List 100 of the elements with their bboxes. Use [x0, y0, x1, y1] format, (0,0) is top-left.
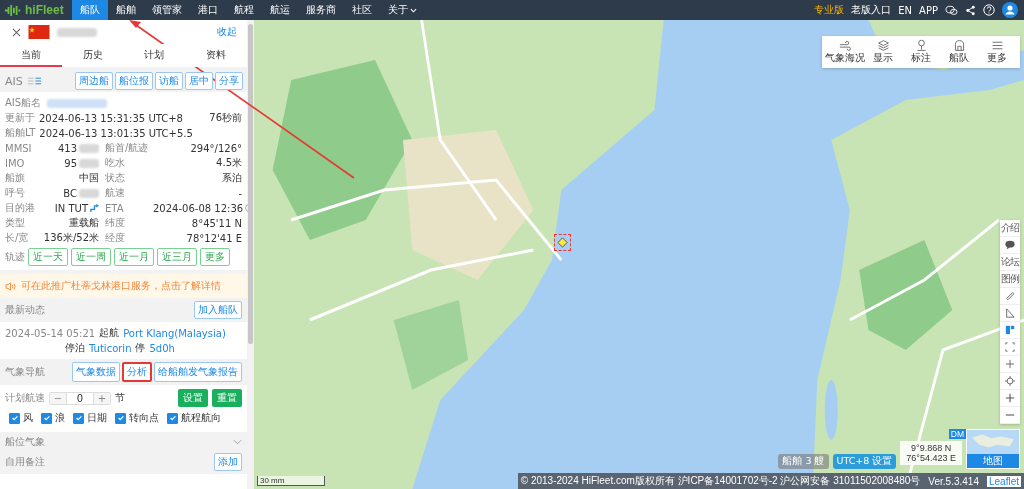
weather-action-button[interactable]: 分析 [122, 362, 152, 382]
field-label: 船舶LT [5, 126, 36, 140]
field-label: 状态 [105, 171, 126, 185]
side-tool-button[interactable]: 论坛 [1000, 254, 1020, 271]
weather-action-button[interactable]: 给船舶发气象报告 [154, 362, 242, 382]
speed-stepper[interactable]: − 0 + [49, 391, 111, 405]
nav-tab[interactable]: 航程 [225, 0, 262, 20]
nav-tab[interactable]: 关于 [379, 0, 425, 20]
weather-action-button[interactable]: 气象数据 [72, 362, 120, 382]
join-fleet-button[interactable]: 加入船队 [194, 301, 242, 319]
field-label: 长/宽 [5, 231, 30, 245]
section-title: 自用备注 [5, 455, 45, 469]
leaflet-link[interactable]: Leaflet [986, 475, 1021, 487]
field-value: 78°12'41 E [186, 232, 242, 244]
field-label: 纬度 [105, 216, 126, 230]
increment-button[interactable]: + [94, 392, 110, 404]
logo-text: hiFleet [25, 3, 64, 17]
set-button[interactable]: 设置 [178, 389, 208, 407]
checkbox-label: 日期 [87, 411, 107, 425]
longitude-text: 76°54.423 E [906, 453, 956, 463]
field-value: 中国 [79, 171, 99, 185]
track-range-button[interactable]: 近一天 [28, 248, 68, 266]
map-layer-button[interactable]: 地图 [967, 454, 1019, 468]
ais-label: AIS [5, 74, 23, 88]
field-label: 吃水 [105, 156, 126, 170]
track-range-button[interactable]: 近一周 [71, 248, 111, 266]
ais-action-button[interactable]: 船位报 [115, 72, 153, 90]
ais-action-button[interactable]: 分享 [215, 72, 243, 90]
nav-tab[interactable]: 航运 [261, 0, 298, 20]
panel-tab[interactable]: 历史 [61, 44, 124, 67]
field-value: 2024-06-08 12:36 [153, 202, 244, 214]
scale-bar: 30 mm [257, 476, 325, 486]
checkbox-label: 转向点 [129, 411, 159, 425]
track-range-button[interactable]: 近三月 [157, 248, 197, 266]
nav-tab[interactable]: 服务商 [297, 0, 344, 20]
unit-label: 节 [115, 391, 125, 405]
checkbox-label: 航程航向 [181, 411, 221, 425]
format-toggle[interactable]: DM [948, 429, 966, 439]
field-label: 计划航速 [5, 391, 45, 405]
panel-tab[interactable]: 资料 [185, 44, 247, 67]
field-value: 413 [57, 142, 77, 154]
ais-action-button[interactable]: 周边船 [75, 72, 113, 90]
field-value: 136米/52米 [43, 231, 99, 245]
notice-text: 可在此推广杜蒂戈林港口服务，点击了解详情 [21, 279, 221, 293]
toolbar-button[interactable]: 船队 [942, 39, 976, 65]
reset-button[interactable]: 重置 [212, 389, 242, 407]
old-version-link[interactable]: 老版入口 [851, 3, 892, 17]
ais-action-button[interactable]: 访船 [155, 72, 183, 90]
track-range-button[interactable]: 近一月 [114, 248, 154, 266]
port-link[interactable]: Port Klang(Malaysia) [123, 327, 226, 339]
field-label: 轨迹 [5, 250, 25, 264]
promo-notice[interactable]: 可在此推广杜蒂戈林港口服务，点击了解详情 [0, 274, 247, 298]
latitude-text: 9°9.868 N [911, 443, 952, 453]
port-link[interactable]: Tuticorin [89, 342, 132, 354]
ais-action-button[interactable]: 居中 [185, 72, 213, 90]
field-value: 系泊 [222, 171, 242, 185]
copyright-text: © 2013-2024 HiFleet.com版权所有 沪ICP备14001702号-2 沪公网安备 31011502008480号 [520, 474, 921, 488]
field-label: MMSI [5, 142, 33, 154]
decrement-button[interactable]: − [50, 392, 66, 404]
track-range-button[interactable]: 更多 [200, 248, 230, 266]
add-note-button[interactable]: 添加 [214, 453, 242, 471]
event-type: 起航 [99, 326, 120, 340]
checkbox-label: 浪 [55, 411, 65, 425]
field-label: ETA [105, 202, 125, 214]
toolbar-button[interactable]: 标注 [904, 39, 938, 65]
field-label: 经度 [105, 231, 126, 245]
nav-tab[interactable]: 船队 [71, 0, 108, 20]
collapse-link[interactable]: 收起 [217, 25, 237, 39]
field-label: 呼号 [5, 186, 26, 200]
side-tool-button[interactable]: 介绍 [1000, 220, 1020, 237]
toolbar-button[interactable]: 显示 [866, 39, 900, 65]
nav-tab[interactable]: 船舶 [107, 0, 144, 20]
panel-tab[interactable]: 计划 [123, 44, 186, 67]
app-link[interactable]: APP [919, 4, 938, 16]
version-text: Ver.5.3.414 [928, 475, 979, 487]
field-value: 重载船 [69, 216, 99, 230]
event-time: 2024-05-14 05:21 [5, 327, 96, 339]
language-link[interactable]: EN [898, 4, 913, 16]
field-label: 更新于 [5, 111, 35, 125]
field-value: IN TUT [54, 202, 88, 214]
nav-tab[interactable]: 港口 [189, 0, 226, 20]
nav-tab[interactable]: 社区 [343, 0, 380, 20]
field-label: AIS船名 [5, 96, 42, 110]
field-label: 类型 [5, 216, 26, 230]
side-tool-button[interactable]: 图例 [1000, 271, 1020, 288]
stay-label: 停 [135, 341, 146, 355]
toolbar-button[interactable]: 更多 [980, 39, 1014, 65]
timezone-button[interactable]: UTC+8 设置 [832, 454, 897, 469]
field-value: 95 [64, 157, 77, 169]
field-value: - [238, 187, 242, 199]
field-value: 2024-06-13 13:01:35 UTC+5.5 [39, 127, 193, 139]
panel-tab[interactable]: 当前 [0, 44, 62, 67]
field-label: 航速 [105, 186, 126, 200]
field-value: 294°/126° [190, 142, 242, 154]
event-type: 停泊 [65, 341, 85, 355]
field-label: 目的港 [5, 201, 36, 215]
checkbox-label: 风 [23, 411, 33, 425]
field-value: 8°45'11 N [191, 217, 242, 229]
nav-tab[interactable]: 领管家 [143, 0, 190, 20]
pro-edition-link[interactable]: 专业版 [814, 3, 845, 17]
